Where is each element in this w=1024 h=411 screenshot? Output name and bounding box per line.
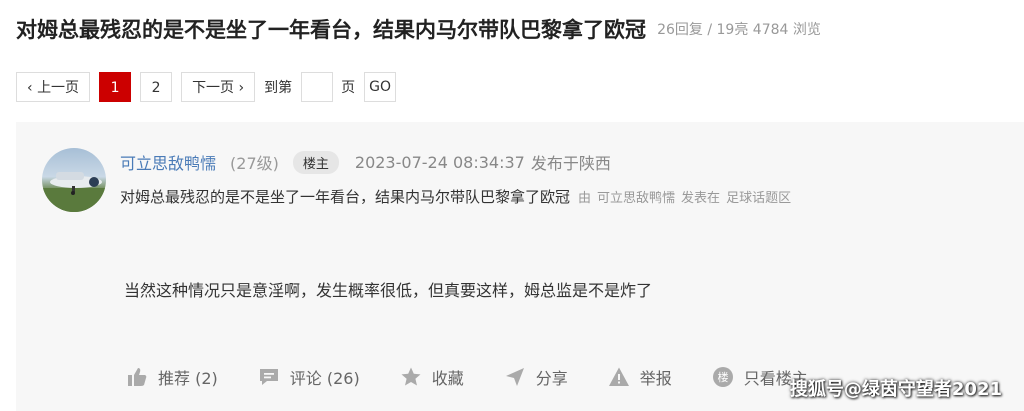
forum-link[interactable]: 足球话题区 [726, 187, 791, 206]
pagination: ‹ 上一页 1 2 下一页 › 到第 页 GO [16, 71, 396, 103]
share-button[interactable]: 分享 [504, 365, 568, 389]
prev-page-button[interactable]: ‹ 上一页 [16, 72, 91, 102]
favorite-label: 收藏 [431, 369, 464, 388]
by-user-link[interactable]: 可立思敌鸭懦 [597, 187, 675, 206]
next-page-button[interactable]: 下一页 › [181, 72, 256, 102]
thread-title: 对姆总最残忍的是不是坐了一年看台，结果内马尔带队巴黎拿了欧冠 [16, 18, 646, 42]
comment-icon [259, 369, 278, 385]
op-badge: 楼主 [292, 150, 339, 174]
favorite-button[interactable]: 收藏 [400, 365, 464, 389]
recommend-label: 推荐 (2) [158, 369, 218, 388]
thread-header: 对姆总最残忍的是不是坐了一年看台，结果内马尔带队巴黎拿了欧冠 26回复 / 19… [16, 14, 1016, 46]
posted-in-label: 发表在 [681, 191, 721, 206]
author-level: (27级) [230, 154, 279, 173]
share-label: 分享 [535, 369, 568, 388]
star-icon [401, 367, 421, 386]
share-arrow-icon [505, 368, 524, 386]
post-meta: 可立思敌鸭懦 (27级) 楼主 2023-07-24 08:34:37 发布于陕… [120, 150, 611, 174]
recommend-button[interactable]: 推荐 (2) [126, 365, 218, 389]
post-content: 当然这种情况只是意淫啊，发生概率很低，但真要这样，姆总监是不是炸了 [124, 281, 653, 300]
by-prefix: 由 [578, 191, 592, 206]
post-datetime: 2023-07-24 08:34:37 [354, 152, 525, 172]
goto-prefix: 到第 [264, 80, 293, 96]
only-op-icon: 楼 [712, 367, 733, 387]
chevron-right-icon: › [238, 80, 245, 96]
chevron-left-icon: ‹ [27, 80, 33, 96]
comment-label: 评论 (26) [289, 369, 360, 388]
post-location: 发布于陕西 [530, 154, 611, 173]
goto-suffix: 页 [341, 80, 356, 96]
page-button-1[interactable]: 1 [99, 72, 132, 102]
post-actions: 推荐 (2) 评论 (26) 收藏 分享 举报 楼 只看楼主 [126, 365, 808, 389]
author-name[interactable]: 可立思敌鸭懦 [120, 150, 216, 174]
page-button-2[interactable]: 2 [140, 72, 173, 102]
only-op-icon-char: 楼 [717, 370, 728, 384]
comment-button[interactable]: 评论 (26) [258, 365, 360, 389]
report-button[interactable]: 举报 [608, 365, 672, 389]
post-card: 可立思敌鸭懦 (27级) 楼主 2023-07-24 08:34:37 发布于陕… [16, 122, 1024, 411]
report-label: 举报 [639, 369, 672, 388]
thread-stats: 26回复 / 19亮 4784 浏览 [657, 22, 821, 38]
post-subtitle: 对姆总最残忍的是不是坐了一年看台，结果内马尔带队巴黎拿了欧冠 [120, 188, 571, 206]
warning-icon [608, 367, 629, 386]
prev-page-label: 上一页 [37, 80, 80, 96]
thumbs-up-icon [128, 368, 147, 386]
airplane-avatar-image [42, 172, 106, 212]
page-number-input[interactable] [301, 72, 334, 102]
go-button[interactable]: GO [364, 72, 396, 102]
watermark: 搜狐号@绿茵守望者2021 [789, 379, 1002, 400]
avatar[interactable] [42, 148, 106, 212]
post-subtitle-row: 对姆总最残忍的是不是坐了一年看台，结果内马尔带队巴黎拿了欧冠 由 可立思敌鸭懦 … [120, 186, 797, 208]
next-page-label: 下一页 [192, 80, 235, 96]
